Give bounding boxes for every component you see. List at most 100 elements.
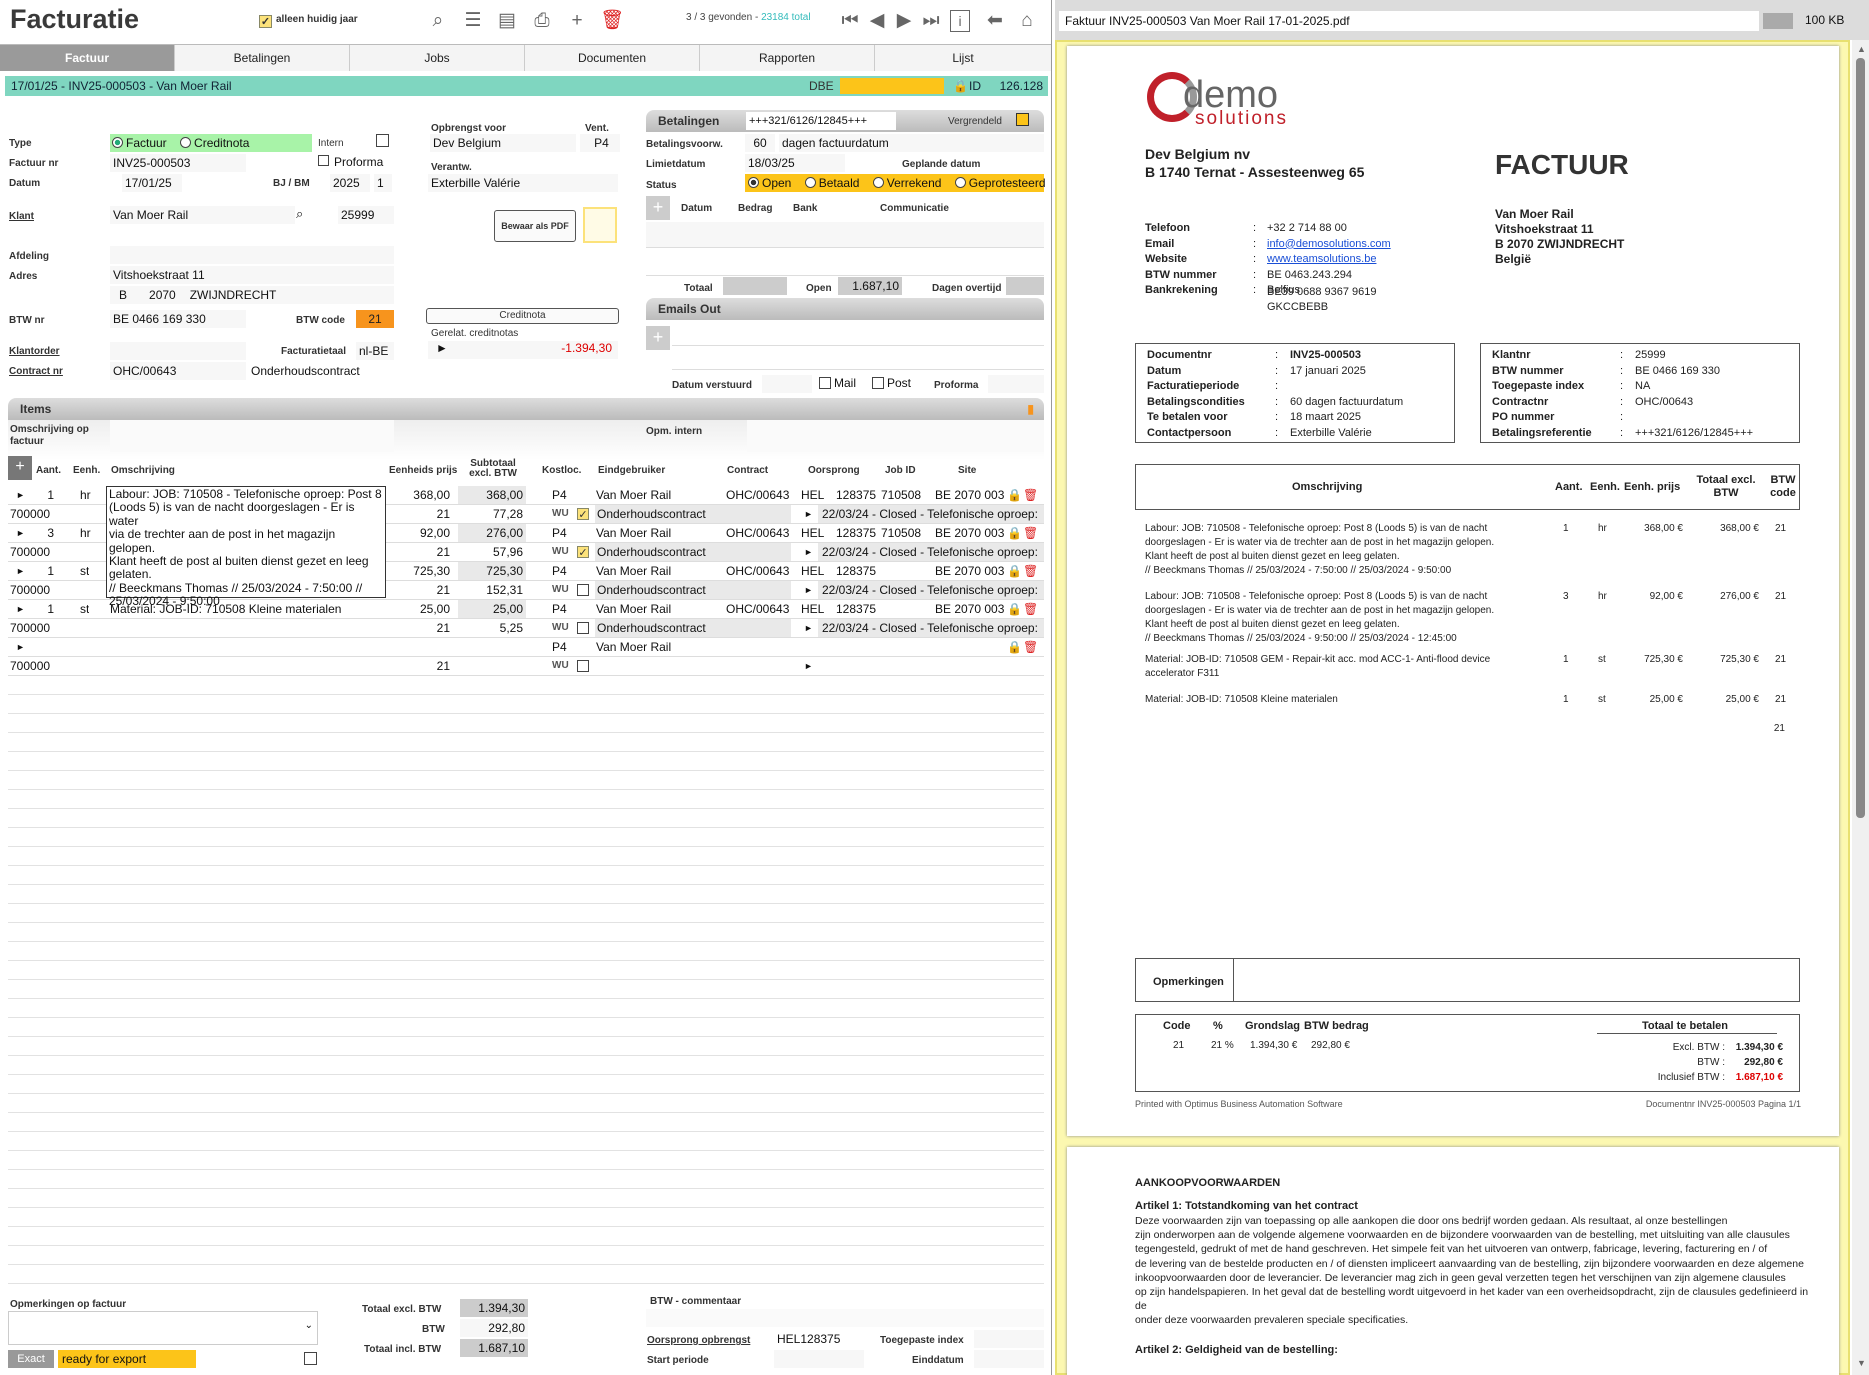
adres-straat-field[interactable]: Vitshoekstraat 11 [110, 266, 394, 284]
datum-verstuurd-field[interactable] [762, 375, 812, 393]
limietdatum-field[interactable]: 18/03/25 [745, 154, 845, 172]
item-oorsprong[interactable]: HEL [801, 562, 824, 580]
add-icon[interactable]: + [564, 8, 590, 34]
description-editor[interactable]: Labour: JOB: 710508 - Telefonische oproe… [106, 486, 386, 608]
item-eenh[interactable]: st [80, 562, 89, 580]
item-kostloc[interactable]: P4 [552, 524, 567, 542]
facturatietaal-field[interactable]: nl-BE [356, 342, 394, 360]
item-contract[interactable]: OHC/00643 [726, 562, 789, 580]
betalingsvoorw-days-field[interactable]: 60 [745, 134, 775, 152]
item-aant[interactable]: 1 [30, 600, 54, 618]
row-delete-icon[interactable]: 🗑 [1023, 486, 1038, 504]
item-code[interactable]: 700000 [10, 543, 50, 561]
info-icon[interactable]: i [950, 10, 970, 32]
item-kostloc[interactable]: P4 [552, 638, 567, 656]
status-geprotesteerd-radio[interactable]: Geprotesteerd [954, 176, 1046, 190]
last-record-icon[interactable]: ⏭ [918, 8, 944, 34]
klantorder-field[interactable] [110, 342, 246, 360]
expand-row-icon[interactable]: ► [16, 638, 25, 656]
scroll-thumb[interactable] [1856, 58, 1865, 818]
start-periode-field[interactable] [774, 1350, 864, 1368]
item-eindgebruiker[interactable]: Van Moer Rail [596, 486, 720, 504]
email-proforma-field[interactable] [988, 375, 1044, 393]
table-row[interactable] [8, 638, 1044, 657]
bm-field[interactable]: 1 [374, 174, 392, 192]
vent-field[interactable]: P4 [580, 134, 620, 152]
item-site[interactable]: BE 2070 003 [935, 486, 1004, 504]
print-icon[interactable]: ⎙ [529, 8, 555, 34]
opmerkingen-factuur-field[interactable]: ⌄ [8, 1311, 318, 1345]
item-kostloc[interactable]: P4 [552, 486, 567, 504]
payments-list[interactable] [646, 222, 1044, 248]
contact-value[interactable]: www.teamsolutions.be [1267, 253, 1376, 265]
add-payment-button[interactable]: + [646, 196, 670, 220]
item-eindgebruiker[interactable]: Van Moer Rail [596, 638, 720, 656]
expand-job-icon[interactable]: ► [804, 581, 813, 599]
status-verrekend-radio[interactable]: Verrekend [872, 176, 941, 190]
item-aant[interactable]: 1 [30, 486, 54, 504]
row-delete-icon[interactable]: 🗑 [1023, 600, 1038, 618]
row-lock-icon[interactable]: 🔒 [1007, 524, 1022, 542]
factuur-nr-field[interactable]: INV25-000503 [110, 154, 246, 172]
item-eindgebruiker[interactable]: Van Moer Rail [596, 562, 720, 580]
row-lock-icon[interactable]: 🔒 [1007, 638, 1022, 656]
mail-checkbox[interactable] [819, 377, 831, 389]
emails-list[interactable] [672, 322, 1044, 346]
table-row[interactable] [8, 657, 1044, 676]
datum-field[interactable]: 17/01/25 [122, 174, 182, 192]
bj-field[interactable]: 2025 [330, 174, 370, 192]
item-site[interactable]: BE 2070 003 [935, 562, 1004, 580]
item-oorsprong-nr[interactable]: 128375 [836, 562, 876, 580]
delete-icon[interactable]: 🗑 [599, 8, 625, 34]
tab-lijst[interactable]: Lijst [875, 45, 1051, 71]
post-checkbox[interactable] [872, 377, 884, 389]
einddatum-field[interactable] [974, 1350, 1044, 1368]
klant-search-icon[interactable]: ⌕ [296, 206, 312, 224]
search-icon[interactable]: ⌕ [425, 8, 451, 34]
gerelat-creditnota-row[interactable]: ► -1.394,30 [428, 341, 618, 359]
database-icon[interactable]: ☰ [460, 8, 486, 34]
item-code[interactable]: 700000 [10, 505, 50, 523]
contract-field[interactable]: OHC/00643 [110, 362, 246, 380]
first-record-icon[interactable]: ⏮ [837, 8, 863, 34]
item-checkbox[interactable] [577, 660, 589, 672]
document-icon[interactable]: ▤ [494, 8, 520, 34]
klant-nr-field[interactable]: 25999 [338, 206, 394, 224]
viewer-scrollbar[interactable]: ▲ ▼ [1852, 40, 1869, 1375]
item-btw[interactable]: 21 [394, 505, 450, 523]
current-year-checkbox[interactable] [259, 15, 272, 28]
item-kostloc[interactable]: P4 [552, 600, 567, 618]
klant-field[interactable]: Van Moer Rail [110, 206, 295, 224]
item-prijs[interactable]: 25,00 [394, 600, 450, 618]
item-site[interactable]: BE 2070 003 [935, 600, 1004, 618]
oorsprong-opbrengst-link[interactable]: Oorsprong opbrengst [647, 1335, 750, 1346]
expand-row-icon[interactable]: ► [16, 600, 25, 618]
item-eindgebruiker[interactable]: Van Moer Rail [596, 600, 720, 618]
item-site[interactable]: BE 2070 003 [935, 524, 1004, 542]
vergrendeld-checkbox[interactable] [1016, 113, 1029, 126]
item-oorsprong-nr[interactable]: 128375 [836, 600, 876, 618]
tab-jobs[interactable]: Jobs [350, 45, 525, 71]
item-btw[interactable]: 21 [394, 581, 450, 599]
opbrengst-field[interactable]: Dev Belgium [430, 134, 576, 152]
toegepaste-index-field[interactable] [974, 1330, 1044, 1348]
intern-checkbox[interactable] [376, 134, 389, 147]
exact-button[interactable]: Exact [8, 1350, 54, 1368]
omschrijving-factuur-field[interactable] [110, 420, 394, 452]
payment-reference-field[interactable]: +++321/6126/12845+++ [746, 112, 896, 130]
tab-betalingen[interactable]: Betalingen [175, 45, 350, 71]
status-betaald-radio[interactable]: Betaald [804, 176, 859, 190]
expand-row-icon[interactable]: ► [16, 562, 25, 580]
klant-link[interactable]: Klant [9, 211, 34, 222]
item-btw[interactable]: 21 [394, 543, 450, 561]
item-aant[interactable]: 1 [30, 562, 54, 580]
betalingsvoorw-text-field[interactable]: dagen factuurdatum [779, 134, 1044, 152]
viewer-button[interactable] [1763, 13, 1793, 29]
proforma-checkbox[interactable] [318, 155, 329, 166]
item-contract[interactable]: OHC/00643 [726, 600, 789, 618]
expand-job-icon[interactable]: ► [804, 505, 813, 523]
klantorder-link[interactable]: Klantorder [9, 346, 60, 357]
item-prijs[interactable]: 368,00 [394, 486, 450, 504]
row-lock-icon[interactable]: 🔒 [1007, 562, 1022, 580]
verantw-field[interactable]: Exterbille Valérie [428, 174, 618, 192]
